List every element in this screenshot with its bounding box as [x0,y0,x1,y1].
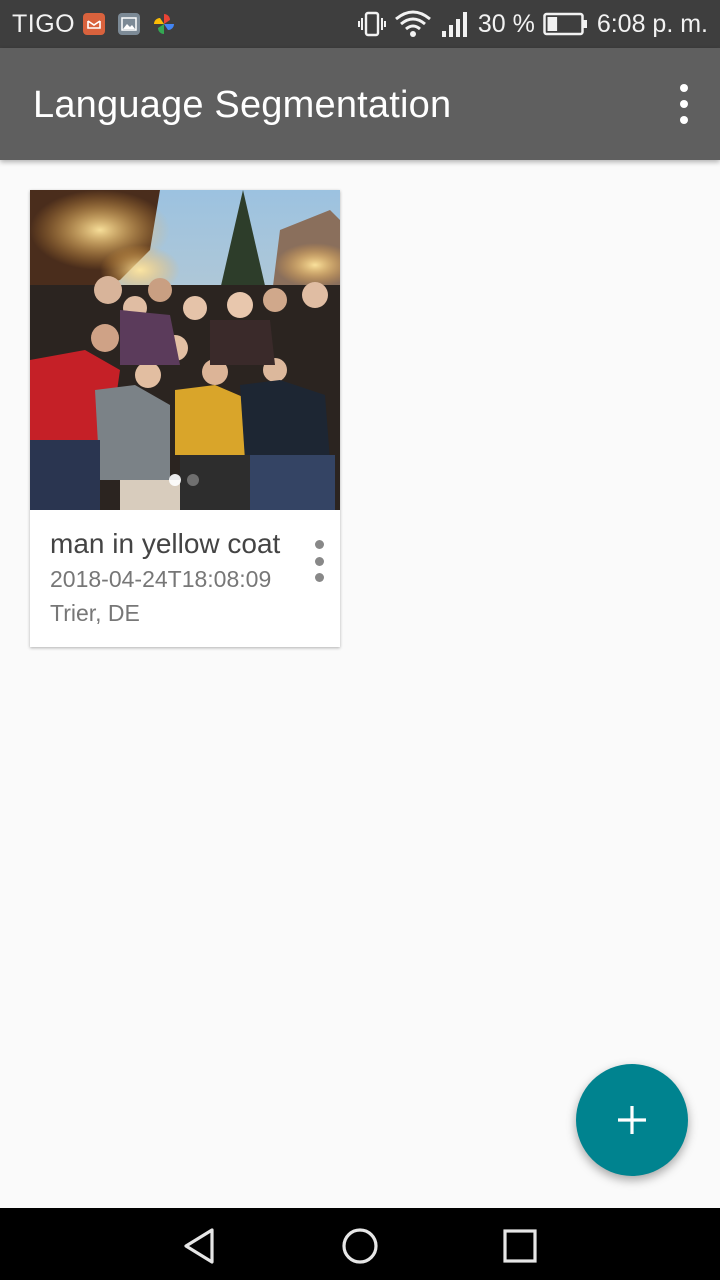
app-bar: Language Segmentation [0,48,720,160]
app-title: Language Segmentation [33,84,452,126]
add-button[interactable] [576,1064,688,1176]
card-title: man in yellow coat [50,528,281,559]
system-nav-bar [0,1208,720,1280]
more-vert-icon-dot [314,573,324,582]
add-icon [618,1106,646,1134]
clock: 6:08 p. m. [596,9,708,38]
card-photo[interactable] [30,190,340,510]
battery-percent: 30 % [477,9,535,38]
more-options-button[interactable] [672,84,696,124]
email-icon [83,13,105,35]
more-vert-icon [680,84,688,92]
more-vert-icon-dot [314,556,324,566]
vibrate-icon [357,11,386,37]
photo-card[interactable]: man in yellow coat 2018-04-24T18:08:09 T… [30,190,340,647]
gallery-icon [118,13,140,35]
carousel-dot-active[interactable] [169,474,181,486]
card-location: Trier, DE [50,600,140,626]
more-vert-icon [314,540,324,549]
card-content: man in yellow coat 2018-04-24T18:08:09 T… [30,510,340,647]
card-date: 2018-04-24T18:08:09 [50,566,272,592]
recents-icon[interactable] [500,1226,540,1266]
back-icon[interactable] [180,1226,220,1266]
home-icon[interactable] [340,1226,380,1266]
more-vert-icon-dot [680,100,688,108]
wifi-icon [394,10,431,37]
battery-icon [543,12,587,36]
status-bar: TIGO 30 % 6:08 p. m. [0,0,720,48]
card-options-button[interactable] [312,540,326,582]
carousel-dot[interactable] [187,474,199,486]
cell-signal-icon [441,12,467,37]
photos-pinwheel-icon [154,14,174,34]
carrier-label: TIGO [12,10,76,38]
status-indicators: 30 % 6:08 p. m. [357,0,708,48]
more-vert-icon-dot [680,116,688,124]
